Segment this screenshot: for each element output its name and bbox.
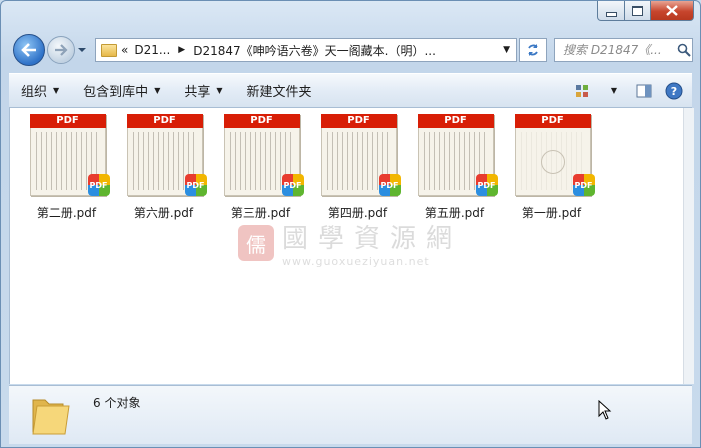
share-menu[interactable]: 共享 ▼ [172, 74, 234, 107]
details-pane: 6 个对象 [9, 385, 692, 444]
toolbar-right: ▼ ? [572, 80, 692, 102]
address-dropdown-icon[interactable]: ▼ [503, 45, 510, 55]
pdf-banner: PDF [320, 114, 397, 128]
maximize-icon [632, 5, 643, 16]
pdf-reader-icon: PDF [475, 174, 498, 196]
seal-mark [540, 150, 565, 174]
caret-down-icon: ▼ [610, 86, 618, 95]
help-icon: ? [665, 82, 683, 99]
caret-down-icon: ▼ [154, 86, 161, 95]
file-item[interactable]: PDF PDF 第五册.pdf [406, 114, 503, 221]
watermark: 儒 國學資源網 www.guoxueziyuan.net [238, 218, 462, 268]
arrow-left-icon [21, 43, 36, 57]
caption-buttons [597, 1, 694, 21]
file-name: 第一册.pdf [521, 206, 582, 220]
file-grid: PDF PDF 第二册.pdf PDF PDF 第六册.pdf PDF PDF … [18, 114, 600, 221]
view-grid-icon [576, 84, 588, 97]
search-icon[interactable] [677, 43, 691, 57]
pdf-reader-icon: PDF [184, 174, 207, 196]
pdf-thumbnail: PDF PDF [28, 114, 110, 196]
help-button[interactable]: ? [662, 80, 686, 102]
watermark-logo: 儒 [238, 225, 274, 261]
file-item[interactable]: PDF PDF 第一册.pdf [503, 114, 600, 221]
pdf-thumbnail: PDF PDF [222, 114, 304, 196]
new-folder-label: 新建文件夹 [246, 85, 312, 100]
pdf-thumbnail: PDF PDF [125, 114, 207, 196]
pdf-thumbnail: PDF PDF [513, 114, 595, 196]
back-button[interactable] [13, 34, 45, 66]
recent-pages-dropdown[interactable] [77, 44, 87, 54]
caret-down-icon: ▼ [216, 86, 223, 95]
preview-pane-icon [636, 84, 652, 97]
item-count: 6 个对象 [93, 396, 141, 410]
pdf-banner: PDF [126, 114, 203, 128]
file-name: 第二册.pdf [36, 206, 97, 220]
file-item[interactable]: PDF PDF 第二册.pdf [18, 114, 115, 221]
refresh-button[interactable] [519, 38, 547, 62]
pdf-thumbnail: PDF PDF [319, 114, 401, 196]
pdf-banner: PDF [223, 114, 300, 128]
pdf-banner: PDF [29, 114, 106, 128]
svg-text:?: ? [671, 85, 677, 98]
search-input[interactable] [561, 42, 677, 58]
chevron-down-icon [78, 48, 86, 52]
view-options-dropdown[interactable]: ▼ [602, 80, 626, 102]
share-label: 共享 [184, 85, 211, 100]
pdf-thumbnail: PDF PDF [416, 114, 498, 196]
arrow-right-icon [55, 44, 68, 56]
file-name: 第六册.pdf [133, 206, 194, 220]
minimize-button[interactable] [597, 1, 625, 21]
change-view-button[interactable] [572, 80, 596, 102]
close-icon [666, 5, 678, 16]
address-bar[interactable]: « D21... ▶ D21847《呻吟语六卷》天一阁藏本.（明）... ▼ [95, 38, 517, 62]
command-toolbar: 组织 ▼ 包含到库中 ▼ 共享 ▼ 新建文件夹 ▼ ? [9, 73, 692, 108]
caret-down-icon: ▼ [53, 86, 60, 95]
include-in-library-menu[interactable]: 包含到库中 ▼ [71, 74, 172, 107]
forward-button[interactable] [47, 36, 75, 64]
pdf-reader-icon: PDF [87, 174, 110, 196]
include-in-library-label: 包含到库中 [83, 85, 149, 100]
pdf-banner: PDF [417, 114, 494, 128]
pdf-banner: PDF [514, 114, 591, 128]
pdf-reader-icon: PDF [378, 174, 401, 196]
organize-label: 组织 [21, 85, 48, 100]
breadcrumb-overflow[interactable]: « [121, 43, 128, 57]
preview-pane-button[interactable] [632, 80, 656, 102]
navigation-row: « D21... ▶ D21847《呻吟语六卷》天一阁藏本.（明）... ▼ [9, 31, 693, 67]
close-button[interactable] [651, 1, 694, 21]
search-box[interactable] [554, 38, 693, 62]
folder-icon [101, 43, 117, 57]
watermark-url: www.guoxueziyuan.net [282, 255, 430, 268]
file-item[interactable]: PDF PDF 第六册.pdf [115, 114, 212, 221]
organize-menu[interactable]: 组织 ▼ [9, 74, 71, 107]
file-list-pane[interactable]: PDF PDF 第二册.pdf PDF PDF 第六册.pdf PDF PDF … [9, 108, 683, 384]
breadcrumb-item[interactable]: D21847《呻吟语六卷》天一阁藏本.（明）... [193, 42, 436, 59]
folder-icon [32, 399, 70, 435]
mouse-cursor-icon [598, 400, 612, 420]
refresh-icon [528, 44, 538, 56]
pdf-reader-icon: PDF [572, 174, 595, 196]
file-item[interactable]: PDF PDF 第三册.pdf [212, 114, 309, 221]
explorer-window: « D21... ▶ D21847《呻吟语六卷》天一阁藏本.（明）... ▼ 组… [0, 0, 701, 448]
new-folder-button[interactable]: 新建文件夹 [235, 74, 324, 107]
watermark-text: 國學資源網 www.guoxueziyuan.net [282, 218, 462, 268]
watermark-title: 國學資源網 [282, 224, 463, 254]
breadcrumb-item[interactable]: D21... [134, 43, 170, 57]
vertical-scrollbar[interactable] [683, 108, 694, 384]
maximize-button[interactable] [625, 1, 651, 21]
minimize-icon [605, 11, 617, 17]
file-item[interactable]: PDF PDF 第四册.pdf [309, 114, 406, 221]
pdf-reader-icon: PDF [281, 174, 304, 196]
chevron-right-icon[interactable]: ▶ [178, 45, 185, 55]
